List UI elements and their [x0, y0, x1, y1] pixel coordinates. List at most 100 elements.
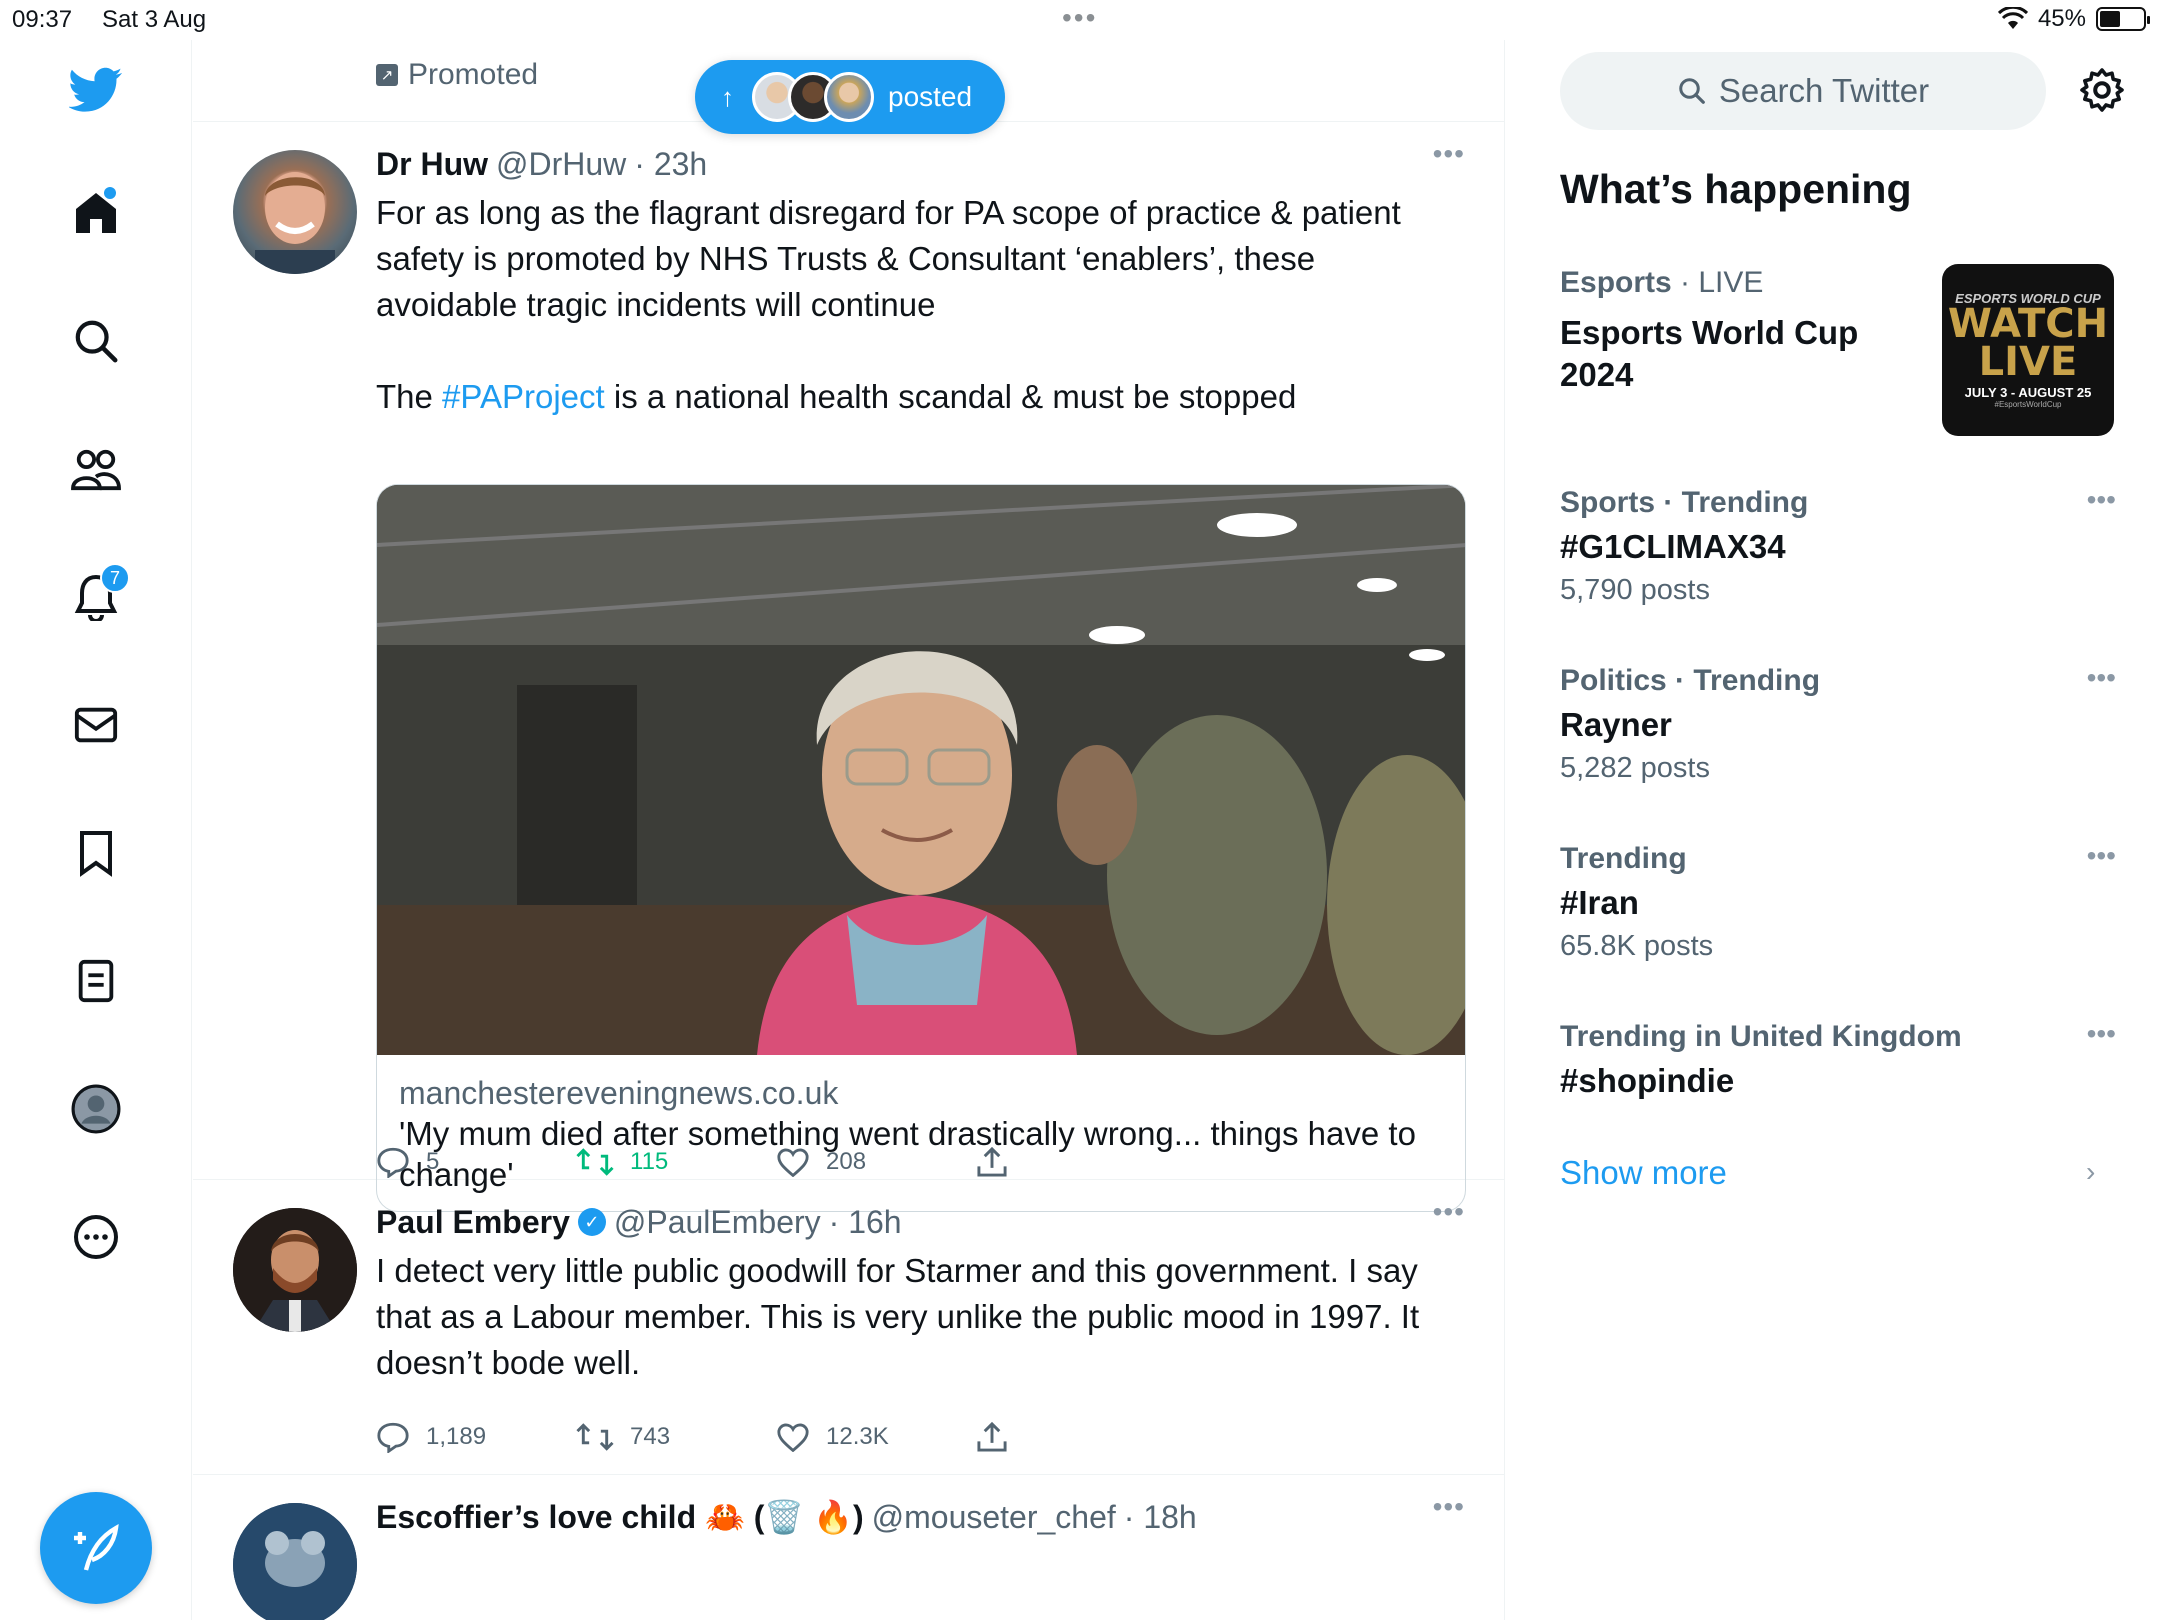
author-handle[interactable]: @DrHuw [496, 146, 626, 183]
trend-category: Trending in United Kingdom [1560, 1020, 1962, 1053]
trend-more-icon[interactable]: ••• [2087, 840, 2116, 872]
search-placeholder: Search Twitter [1718, 72, 1930, 109]
promoted-text: Promoted [408, 58, 539, 91]
trend-item[interactable]: Trending #Iran 65.8K posts ••• [1560, 840, 2116, 966]
tweet[interactable]: Dr Huw @DrHuw · 23h ••• For as long as t… [193, 122, 1504, 1212]
trend-item[interactable]: Sports · Trending #G1CLIMAX34 5,790 post… [1560, 484, 2116, 610]
like-count: 208 [826, 1148, 867, 1175]
tweet-header: Escoffier’s love child 🦀 (🗑️ 🔥) @mousete… [376, 1497, 1465, 1537]
author-name[interactable]: Paul Embery [376, 1204, 570, 1241]
trend-meta: Trending [1560, 840, 2116, 878]
communities-icon[interactable] [66, 439, 126, 499]
author-handle[interactable]: @mouseter_chef [872, 1499, 1116, 1536]
hashtag-link[interactable]: #PAProject [442, 378, 605, 415]
tweet-time[interactable]: · 16h [829, 1204, 902, 1241]
tweet-more-icon[interactable]: ••• [1433, 1491, 1465, 1523]
text-fragment: is a national health scandal & must be s… [604, 378, 1297, 415]
status-time: 09:37 [12, 6, 73, 33]
retweet-icon [576, 1148, 614, 1176]
bookmarks-icon[interactable] [66, 823, 126, 883]
trend-more-icon[interactable]: ••• [2087, 1018, 2116, 1050]
status-right: 45% [1997, 5, 2150, 33]
like-button[interactable]: 208 [776, 1146, 976, 1178]
trend-more-icon[interactable]: ••• [2087, 484, 2116, 516]
avatar[interactable] [233, 150, 357, 274]
messages-icon[interactable] [66, 695, 126, 755]
compose-button[interactable] [40, 1492, 152, 1604]
tweet[interactable]: Escoffier’s love child 🦀 (🗑️ 🔥) @mousete… [193, 1475, 1504, 1620]
trend-item[interactable]: Esports · LIVE Esports World Cup 2024 [1560, 264, 1920, 396]
heart-icon [777, 1148, 809, 1177]
new-posts-pill[interactable]: ↑ posted [695, 60, 1005, 134]
tweet-paragraph: The #PAProject is a national health scan… [376, 374, 1465, 420]
reply-button[interactable]: 5 [376, 1146, 576, 1178]
more-icon[interactable] [66, 1207, 126, 1267]
home-icon[interactable] [66, 183, 126, 243]
trend-name: #G1CLIMAX34 [1560, 528, 1786, 565]
tweet-header: Paul Embery ✓ @PaulEmbery · 16h [376, 1202, 1465, 1242]
trend-item[interactable]: Trending in United Kingdom #shopindie ••… [1560, 1018, 2116, 1102]
multitasking-dots-icon[interactable]: ••• [1062, 2, 1097, 34]
search-input[interactable]: Search Twitter [1560, 52, 2046, 130]
lists-icon[interactable] [66, 951, 126, 1011]
trend-item[interactable]: Politics · Trending Rayner 5,282 posts •… [1560, 662, 2116, 788]
esports-thumb-watch: WATCH [1947, 300, 2109, 347]
link-card[interactable]: manchestereveningnews.co.uk 'My mum died… [376, 484, 1466, 1212]
arrow-up-icon: ↑ [721, 81, 734, 112]
tweet-more-icon[interactable]: ••• [1433, 1196, 1465, 1228]
tweet-time[interactable]: · 18h [1124, 1499, 1197, 1536]
card-image [377, 485, 1465, 1055]
tweet[interactable]: Paul Embery ✓ @PaulEmbery · 16h ••• I de… [193, 1180, 1504, 1475]
share-button[interactable] [976, 1421, 1176, 1453]
search-icon [1679, 78, 1705, 104]
avatar-image [233, 1208, 357, 1332]
tweet-header: Dr Huw @DrHuw · 23h [376, 144, 1465, 184]
esports-thumb-live: LIVE [1978, 338, 2078, 385]
reply-icon [377, 1147, 409, 1178]
trend-more-icon[interactable]: ••• [2087, 662, 2116, 694]
avatar[interactable] [233, 1208, 357, 1332]
share-button[interactable] [976, 1146, 1176, 1178]
trend-count: 5,790 posts [1560, 574, 1710, 606]
retweet-button[interactable]: 115 [576, 1146, 776, 1178]
tweet-paragraph: For as long as the flagrant disregard fo… [376, 194, 1401, 323]
verified-badge-icon: ✓ [577, 1208, 606, 1236]
gear-icon[interactable] [2078, 66, 2126, 114]
author-handle[interactable]: @PaulEmbery [614, 1204, 821, 1241]
notifications-icon[interactable]: 7 [66, 563, 130, 627]
new-posts-label: posted [888, 81, 973, 112]
reply-icon [377, 1422, 409, 1453]
avatar[interactable] [233, 1503, 357, 1620]
tweet-time[interactable]: · 23h [634, 146, 707, 183]
trend-meta: Esports · LIVE [1560, 264, 1920, 302]
trend-meta: Sports · Trending [1560, 484, 2116, 522]
tweet-actions: 1,189 743 12.3K [376, 1421, 1176, 1453]
twitter-logo-icon[interactable] [66, 60, 126, 120]
chevron-right-icon: › [2086, 1156, 2096, 1187]
status-bar: 09:37 Sat 3 Aug ••• 45% [0, 0, 2160, 40]
heart-icon [777, 1423, 809, 1452]
retweet-count: 743 [630, 1423, 671, 1450]
status-date: Sat 3 Aug [102, 6, 207, 33]
card-photo [377, 485, 1465, 1055]
tweet-text: I detect very little public goodwill for… [376, 1252, 1420, 1381]
tweet-body: Escoffier’s love child 🦀 (🗑️ 🔥) @mousete… [376, 1491, 1465, 1537]
retweet-button[interactable]: 743 [576, 1421, 776, 1453]
explore-icon[interactable] [66, 311, 126, 371]
trend-name: #Iran [1560, 884, 1639, 921]
show-more-link[interactable]: Show more [1560, 1154, 1727, 1192]
esports-thumbnail[interactable]: ESPORTS WORLD CUP WATCH LIVE JULY 3 - AU… [1942, 264, 2114, 436]
author-name[interactable]: Dr Huw [376, 146, 488, 183]
profile-icon[interactable] [66, 1079, 126, 1139]
retweet-count: 115 [630, 1148, 669, 1175]
reply-button[interactable]: 1,189 [376, 1421, 576, 1453]
text-fragment: The [376, 378, 443, 415]
notifications-badge: 7 [100, 563, 130, 593]
author-name[interactable]: Escoffier’s love child 🦀 (🗑️ 🔥) [376, 1498, 864, 1536]
trend-count: 5,282 posts [1560, 752, 1710, 784]
tweet-more-icon[interactable]: ••• [1433, 138, 1465, 170]
tweet-body: Paul Embery ✓ @PaulEmbery · 16h ••• I de… [376, 1196, 1465, 1386]
tweet-body: Dr Huw @DrHuw · 23h ••• For as long as t… [376, 138, 1465, 420]
like-button[interactable]: 12.3K [776, 1421, 976, 1453]
tweet-actions: 5 115 208 [376, 1146, 1176, 1178]
